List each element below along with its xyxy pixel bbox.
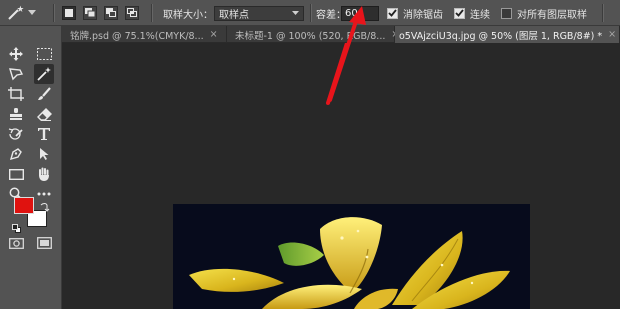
- rectangle-tool[interactable]: [6, 164, 26, 184]
- sample-all-layers-checkbox[interactable]: [501, 7, 512, 19]
- pen-icon: [9, 148, 22, 161]
- more-icon: [37, 192, 51, 196]
- brush-icon: [38, 87, 51, 100]
- close-icon[interactable]: ×: [608, 29, 616, 40]
- arrow-cursor-icon: [40, 148, 49, 160]
- annotation-arrow: [326, 43, 350, 105]
- new-selection-button[interactable]: [62, 6, 76, 20]
- type-tool[interactable]: [34, 124, 54, 144]
- tab-document-1[interactable]: 铭牌.psd @ 75.1%(CMYK/8... ×: [62, 26, 227, 43]
- default-colors-button[interactable]: [12, 219, 22, 233]
- path-selection-tool[interactable]: [34, 144, 54, 164]
- sample-size-group: 取样大小：: [163, 0, 213, 26]
- swap-colors-button[interactable]: [40, 197, 50, 212]
- close-icon[interactable]: ×: [210, 29, 218, 40]
- hand-icon: [39, 167, 49, 181]
- add-selection-icon: [84, 8, 95, 18]
- chevron-down-icon: [28, 10, 36, 15]
- history-brush-tool[interactable]: [6, 124, 26, 144]
- canvas-area[interactable]: [62, 43, 620, 309]
- tab-label: 未标题-1 @ 100% (520, RGB/8...: [235, 30, 386, 42]
- contiguous-checkbox[interactable]: [454, 7, 465, 19]
- intersect-selection-icon: [126, 8, 137, 17]
- contiguous-option[interactable]: 连续: [454, 0, 490, 26]
- screen-mode-button[interactable]: [34, 233, 54, 253]
- swap-arrow-icon: [40, 203, 50, 212]
- history-brush-icon: [8, 128, 23, 140]
- checkmark-icon: [455, 9, 464, 17]
- divider: [53, 4, 55, 22]
- move-tool[interactable]: [6, 44, 26, 64]
- antialias-checkbox[interactable]: [387, 7, 398, 19]
- tolerance-field-wrap: 60: [341, 0, 379, 26]
- tab-document-2[interactable]: 未标题-1 @ 100% (520, RGB/8... ×: [227, 26, 399, 43]
- tools-panel: [0, 26, 62, 309]
- subtract-from-selection-button[interactable]: [104, 6, 118, 20]
- intersect-selection-button[interactable]: [125, 6, 139, 20]
- lasso-tool[interactable]: [6, 64, 26, 84]
- foreground-color-swatch[interactable]: [14, 197, 34, 214]
- screen-mode-icon: [36, 237, 52, 249]
- divider: [151, 4, 153, 22]
- quick-mask-button[interactable]: [6, 233, 26, 253]
- quick-mask-icon: [8, 237, 24, 249]
- checkmark-icon: [388, 9, 397, 17]
- sample-all-layers-option[interactable]: 对所有图层取样: [501, 0, 587, 26]
- antialias-option[interactable]: 消除锯齿: [387, 0, 443, 26]
- divider: [602, 4, 604, 22]
- document-tabs: 铭牌.psd @ 75.1%(CMYK/8... × 未标题-1 @ 100% …: [62, 26, 620, 43]
- tab-label: o5VAjzciU3q.jpg @ 50% (图层 1, RGB/8#) *: [399, 30, 603, 42]
- sample-all-layers-label: 对所有图层取样: [517, 9, 587, 21]
- sample-size-dropdown-wrap: 取样点: [214, 0, 304, 26]
- chevron-down-icon: [292, 10, 299, 15]
- eraser-icon: [36, 107, 52, 121]
- stamp-icon: [10, 108, 22, 120]
- lasso-icon: [9, 68, 24, 81]
- divider: [310, 4, 312, 22]
- pen-tool[interactable]: [6, 144, 26, 164]
- move-icon: [9, 47, 23, 61]
- magic-wand-icon: [37, 67, 51, 81]
- type-icon: [38, 128, 50, 140]
- marquee-icon: [36, 48, 52, 60]
- add-to-selection-button[interactable]: [83, 6, 97, 20]
- options-bar: 取样大小： 取样点 容差： 60 消除锯齿 连续 对所有图层取样: [0, 0, 620, 26]
- contiguous-label: 连续: [470, 9, 490, 21]
- tab-label: 铭牌.psd @ 75.1%(CMYK/8...: [70, 30, 204, 42]
- sample-size-value: 取样点: [219, 9, 249, 21]
- tolerance-input[interactable]: 60: [341, 5, 379, 21]
- clone-stamp-tool[interactable]: [6, 104, 26, 124]
- crop-frame-tool[interactable]: [6, 84, 26, 104]
- subtract-selection-icon: [105, 8, 116, 17]
- antialias-label: 消除锯齿: [403, 9, 443, 21]
- tool-preset-picker[interactable]: [6, 0, 46, 26]
- sample-size-dropdown[interactable]: 取样点: [214, 5, 304, 21]
- rectangle-icon: [8, 168, 24, 180]
- tab-document-3[interactable]: o5VAjzciU3q.jpg @ 50% (图层 1, RGB/8#) * ×: [395, 26, 620, 43]
- sample-size-label: 取样大小：: [163, 9, 213, 21]
- magic-wand-tool[interactable]: [34, 64, 54, 84]
- hand-tool[interactable]: [34, 164, 54, 184]
- selection-mode-group: [62, 0, 139, 26]
- eraser-tool[interactable]: [34, 104, 54, 124]
- rectangular-marquee-tool[interactable]: [34, 44, 54, 64]
- magic-wand-icon: [8, 5, 24, 20]
- new-selection-icon: [65, 9, 73, 17]
- canvas-svg: [173, 43, 530, 309]
- flower-photo: [173, 204, 530, 309]
- brush-tool[interactable]: [34, 84, 54, 104]
- frame-icon: [8, 87, 24, 101]
